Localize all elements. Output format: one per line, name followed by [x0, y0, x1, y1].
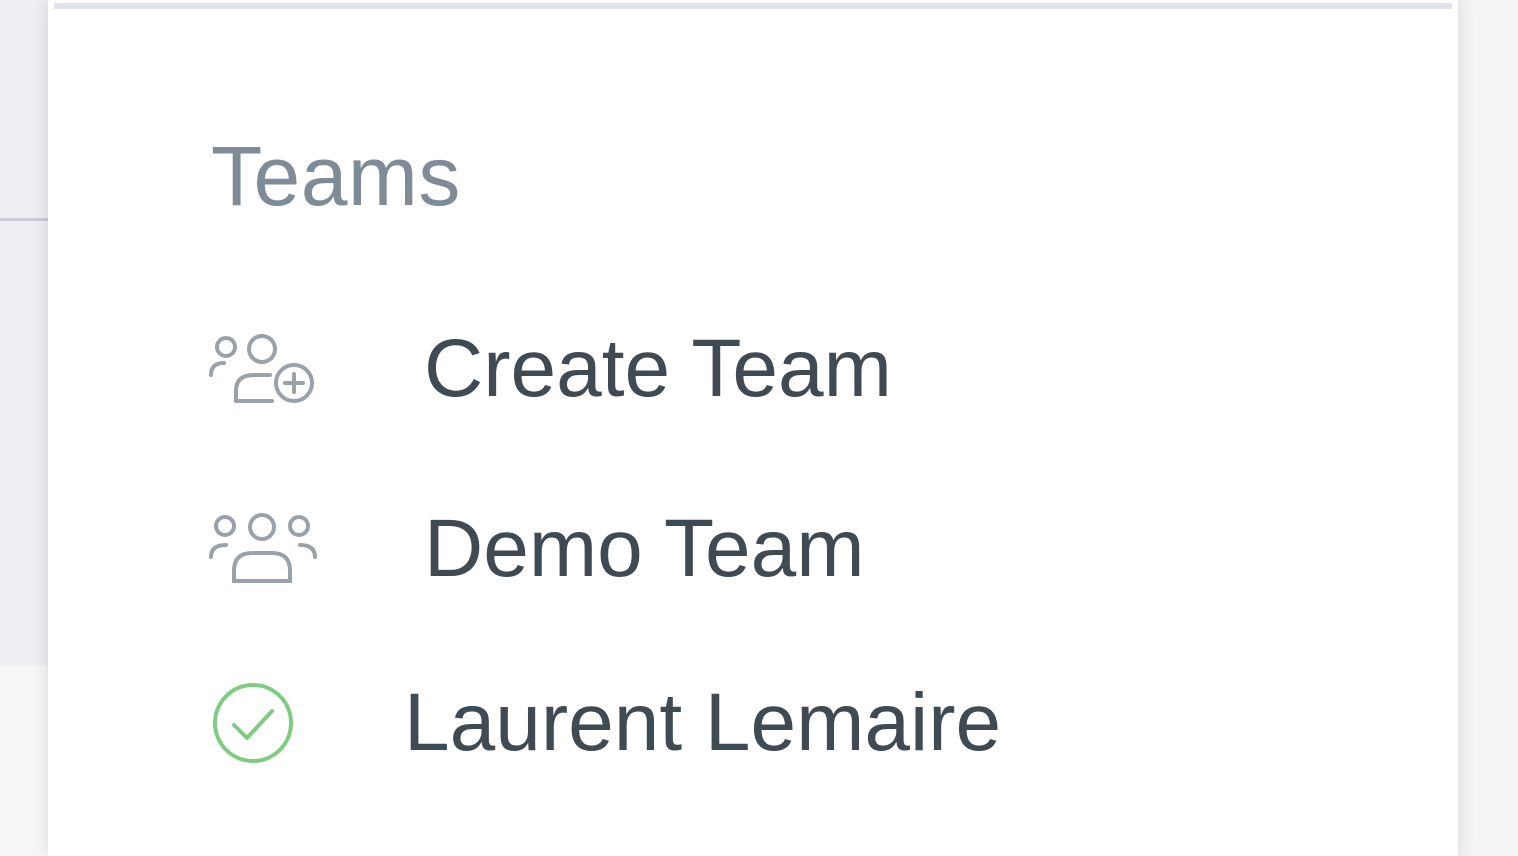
- teams-dropdown: Teams Create Team Demo Team Laurent Lema…: [48, 0, 1458, 856]
- background-divider: [0, 218, 48, 221]
- background-footer: [0, 666, 48, 856]
- background-page-right: [1458, 0, 1518, 856]
- panel-top-border: [54, 3, 1452, 9]
- check-circle-icon: [208, 668, 318, 778]
- create-team-label: Create Team: [424, 323, 892, 414]
- teams-heading: Teams: [211, 129, 461, 223]
- team-icon: [208, 494, 318, 604]
- demo-team-item[interactable]: Demo Team: [208, 494, 865, 604]
- create-team-item[interactable]: Create Team: [208, 314, 892, 424]
- demo-team-label: Demo Team: [424, 503, 865, 594]
- personal-team-label: Laurent Lemaire: [404, 677, 1002, 768]
- team-add-icon: [208, 314, 318, 424]
- personal-team-item[interactable]: Laurent Lemaire: [208, 668, 1001, 778]
